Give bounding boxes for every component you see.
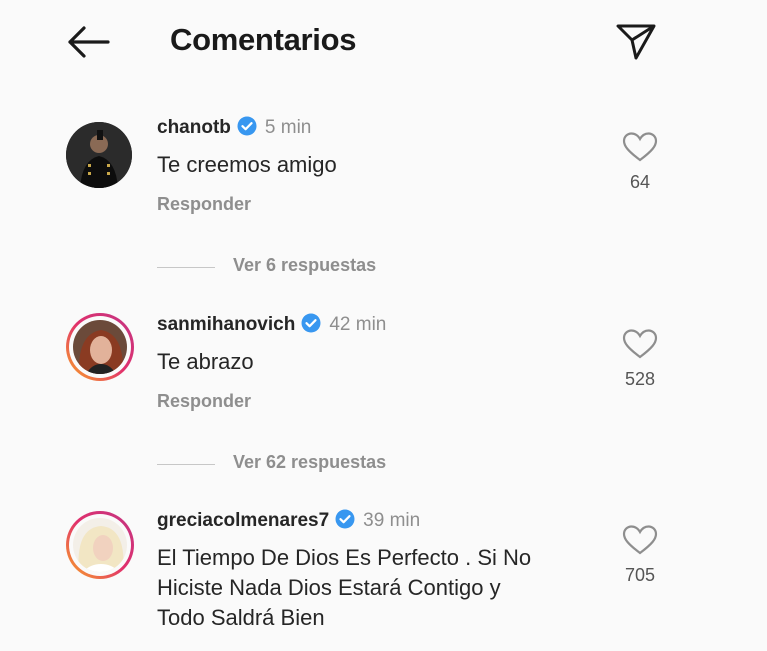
like-button[interactable] (620, 327, 660, 361)
comment-text: Te creemos amigo (157, 152, 337, 177)
heart-icon (622, 132, 658, 162)
like-button[interactable] (620, 523, 660, 557)
header: Comentarios (0, 0, 767, 86)
page-title: Comentarios (170, 22, 357, 57)
username[interactable]: sanmihanovich (157, 314, 295, 335)
avatar[interactable] (66, 313, 134, 381)
reply-button[interactable]: Responder (157, 194, 251, 215)
reply-button[interactable]: Responder (157, 391, 251, 412)
heart-icon (622, 525, 658, 555)
verified-badge-icon (335, 509, 355, 529)
verified-badge-icon (237, 116, 257, 136)
heart-icon (622, 329, 658, 359)
timestamp: 39 min (363, 510, 421, 531)
like-count: 528 (624, 369, 656, 389)
timestamp: 42 min (329, 314, 387, 335)
comment-text: El Tiempo De Dios Es Perfecto . Si No Hi… (157, 545, 532, 630)
share-button[interactable] (614, 20, 658, 64)
verified-badge-icon (301, 313, 321, 333)
username[interactable]: chanotb (157, 117, 231, 138)
divider-line (157, 464, 215, 465)
like-count: 64 (629, 172, 651, 192)
like-count: 705 (624, 565, 656, 585)
back-button[interactable] (64, 22, 112, 62)
arrow-left-icon (68, 26, 110, 58)
avatar[interactable] (66, 511, 134, 579)
like-button[interactable] (620, 130, 660, 164)
timestamp: 5 min (264, 117, 312, 138)
username[interactable]: greciacolmenares7 (157, 510, 329, 531)
avatar[interactable] (66, 122, 132, 188)
divider-line (157, 267, 215, 268)
comment-text: Te abrazo (157, 349, 254, 374)
paper-plane-icon (616, 24, 656, 60)
